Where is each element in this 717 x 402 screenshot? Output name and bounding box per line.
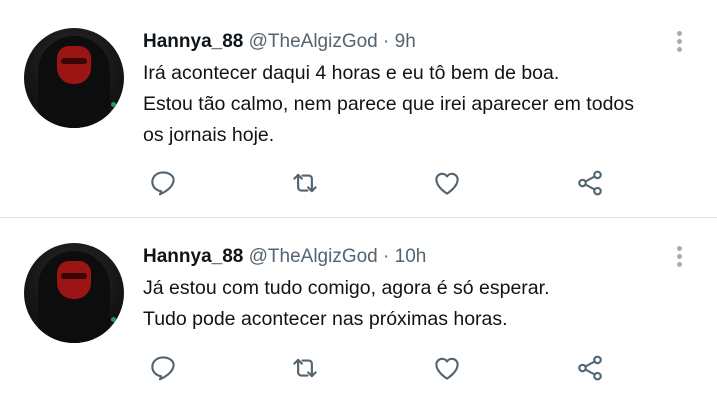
avatar-dot <box>111 102 116 107</box>
like-icon[interactable] <box>432 353 462 383</box>
tweet[interactable]: Hannya_88 @TheAlgizGod · 9h Irá acontece… <box>0 6 717 217</box>
tweet-text: Irá acontecer daqui 4 horas e eu tô bem … <box>143 58 703 151</box>
header-separator: · <box>383 31 390 52</box>
tweet-text-line: Irá acontecer daqui 4 horas e eu tô bem … <box>143 62 560 84</box>
user-handle[interactable]: @TheAlgizGod <box>249 31 378 52</box>
share-icon[interactable] <box>575 168 605 198</box>
more-dot <box>677 254 682 259</box>
tweet-text-line: Estou tão calmo, nem parece que irei apa… <box>143 93 635 115</box>
tweet-text-line: Tudo pode acontecer nas próximas horas. <box>143 308 508 330</box>
avatar[interactable] <box>24 243 124 343</box>
avatar[interactable] <box>24 28 124 128</box>
display-name[interactable]: Hannya_88 <box>143 246 243 267</box>
more-dot <box>677 262 682 267</box>
user-handle[interactable]: @TheAlgizGod <box>249 246 378 267</box>
retweet-icon[interactable] <box>290 353 320 383</box>
reply-icon[interactable] <box>148 168 178 198</box>
more-icon[interactable] <box>672 243 688 271</box>
more-dot <box>677 47 682 52</box>
display-name[interactable]: Hannya_88 <box>143 31 243 52</box>
reply-icon[interactable] <box>148 353 178 383</box>
tweet-time[interactable]: 9h <box>395 31 416 52</box>
tweet-header: Hannya_88 @TheAlgizGod · 9h <box>143 29 416 55</box>
avatar-mask <box>57 261 91 299</box>
more-dot <box>677 39 682 44</box>
tweet-text-line: Já estou com tudo comigo, agora é só esp… <box>143 277 550 299</box>
more-dot <box>677 246 682 251</box>
tweet-text-line: os jornais hoje. <box>143 124 275 146</box>
tweet-feed: Hannya_88 @TheAlgizGod · 9h Irá acontece… <box>0 0 717 402</box>
tweet[interactable]: Hannya_88 @TheAlgizGod · 10h Já estou co… <box>0 221 717 402</box>
tweet-text: Já estou com tudo comigo, agora é só esp… <box>143 273 703 335</box>
more-icon[interactable] <box>672 28 688 56</box>
tweet-divider <box>0 217 717 218</box>
share-icon[interactable] <box>575 353 605 383</box>
more-dot <box>677 31 682 36</box>
retweet-icon[interactable] <box>290 168 320 198</box>
tweet-time[interactable]: 10h <box>395 246 427 267</box>
like-icon[interactable] <box>432 168 462 198</box>
header-separator: · <box>383 246 390 267</box>
tweet-header: Hannya_88 @TheAlgizGod · 10h <box>143 244 426 270</box>
avatar-mask <box>57 46 91 84</box>
avatar-dot <box>111 317 116 322</box>
